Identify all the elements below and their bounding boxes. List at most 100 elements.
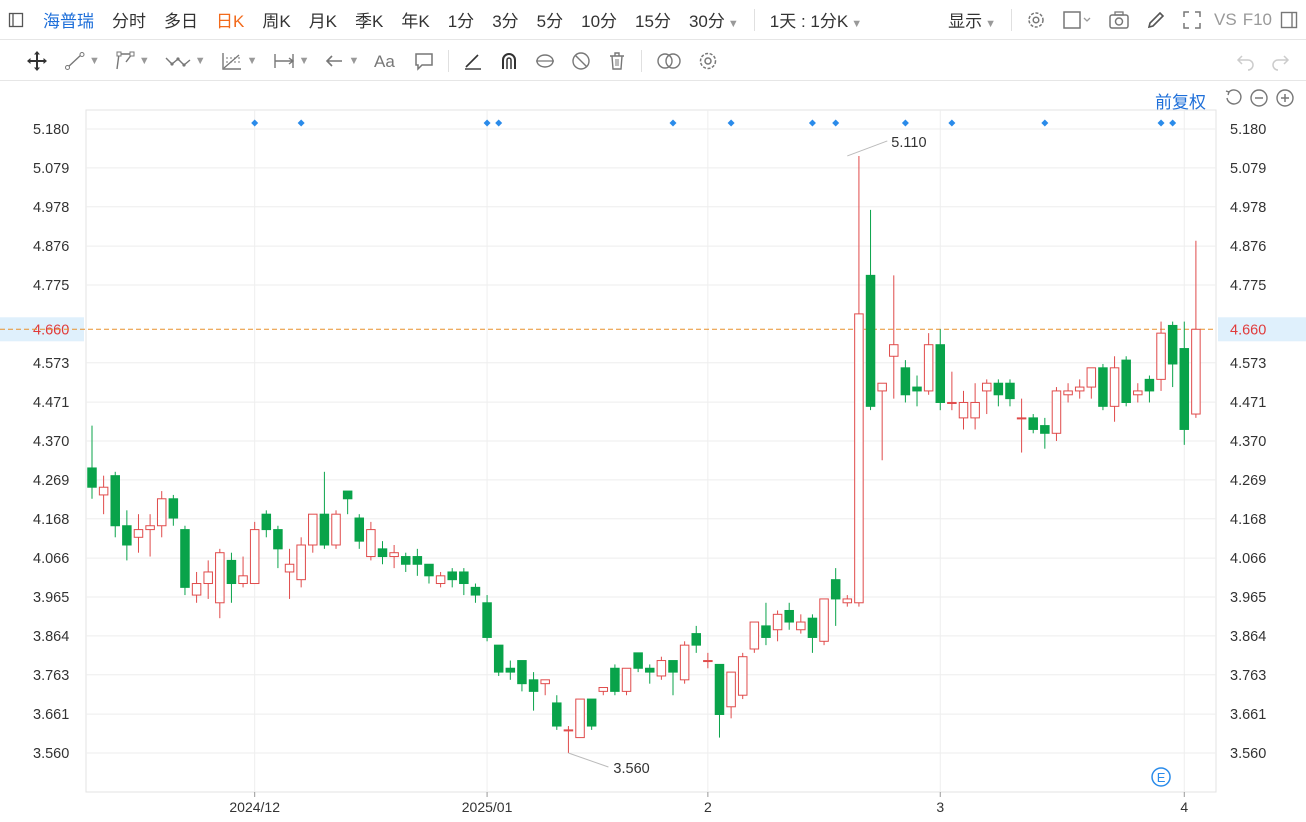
pencil-icon[interactable] [1146, 10, 1166, 30]
period-30min-dropdown[interactable]: 30分 ▼ [689, 7, 739, 32]
candle-down[interactable] [993, 382, 1004, 396]
candle-down[interactable] [505, 667, 516, 673]
period-5min[interactable]: 5分 [537, 7, 563, 32]
candle-down[interactable] [1005, 382, 1015, 400]
candle-down[interactable] [830, 579, 841, 600]
candle-up[interactable] [563, 729, 574, 732]
event-marker[interactable] [669, 119, 677, 127]
candle-down[interactable] [1121, 359, 1131, 403]
candle-up[interactable] [679, 644, 690, 681]
arrow-tool-icon[interactable]: ▼ [323, 50, 359, 72]
candle-up[interactable] [238, 575, 248, 585]
candle-up[interactable] [1074, 386, 1085, 392]
candle-up[interactable] [389, 552, 399, 558]
f10-button[interactable]: F10 [1243, 10, 1272, 30]
candle-up[interactable] [842, 598, 853, 604]
candle-up[interactable] [156, 498, 167, 527]
candle-up[interactable] [923, 344, 934, 392]
period-15min[interactable]: 15分 [635, 7, 671, 32]
candle-down[interactable] [447, 571, 457, 581]
candle-up[interactable] [854, 313, 864, 604]
candle-down[interactable] [354, 517, 365, 542]
candle-down[interactable] [1098, 367, 1108, 407]
layout-select-icon[interactable] [1062, 10, 1092, 30]
candle-up[interactable] [145, 525, 155, 531]
text-tool-icon[interactable]: Aa [373, 50, 399, 72]
candle-down[interactable] [87, 467, 97, 488]
candle-up[interactable] [284, 563, 295, 573]
candle-down[interactable] [691, 633, 701, 646]
candle-up[interactable] [203, 571, 213, 585]
wave-tool-icon[interactable]: ▼ [164, 50, 206, 72]
candle-up[interactable] [1016, 417, 1027, 420]
candle-down[interactable] [273, 529, 283, 550]
candle-up[interactable] [249, 529, 260, 585]
sync-tool-icon[interactable] [534, 50, 556, 72]
candle-down[interactable] [342, 490, 353, 500]
candle-down[interactable] [261, 513, 272, 531]
period-weekly-k[interactable]: 周K [262, 7, 290, 32]
candle-up[interactable] [796, 621, 806, 631]
candle-up[interactable] [1191, 328, 1201, 415]
period-multiday[interactable]: 多日 [164, 7, 198, 32]
candle-down[interactable] [900, 367, 911, 396]
candle-down[interactable] [459, 571, 469, 585]
candle-down[interactable] [1040, 425, 1050, 434]
hide-drawings-icon[interactable] [570, 50, 592, 72]
period-intraday[interactable]: 分时 [112, 7, 146, 32]
candle-up[interactable] [308, 513, 318, 546]
trash-icon[interactable] [606, 50, 628, 72]
candle-up[interactable] [133, 529, 144, 538]
candle-up[interactable] [296, 544, 306, 581]
candle-down[interactable] [168, 498, 179, 519]
candle-down[interactable] [528, 679, 539, 692]
gear-icon[interactable] [1026, 10, 1046, 30]
candle-down[interactable] [935, 344, 946, 403]
candle-up[interactable] [366, 529, 376, 558]
candle-up[interactable] [435, 575, 446, 585]
period-3min[interactable]: 3分 [492, 7, 518, 32]
interval-dropdown[interactable]: 1天 : 1分K ▼ [770, 7, 862, 32]
candle-down[interactable] [470, 586, 481, 596]
candle-down[interactable] [493, 644, 504, 673]
candle-down[interactable] [226, 559, 237, 585]
candle-down[interactable] [110, 475, 120, 527]
period-10min[interactable]: 10分 [581, 7, 617, 32]
period-daily-k[interactable]: 日K [216, 7, 244, 32]
period-quarterly-k[interactable]: 季K [355, 7, 383, 32]
event-marker[interactable] [808, 119, 816, 127]
event-marker[interactable] [251, 119, 259, 127]
candle-up[interactable] [749, 621, 760, 650]
candle-down[interactable] [377, 548, 388, 558]
candle-up[interactable] [215, 552, 225, 604]
candle-up[interactable] [331, 513, 341, 546]
event-marker[interactable] [832, 119, 840, 127]
event-marker[interactable] [297, 119, 305, 127]
candle-down[interactable] [761, 625, 771, 638]
event-marker[interactable] [483, 119, 491, 127]
measure-tool-icon[interactable]: ▼ [272, 50, 309, 72]
undo-icon[interactable] [1234, 50, 1256, 72]
candle-down[interactable] [865, 274, 876, 407]
candle-down[interactable] [424, 563, 434, 577]
event-marker[interactable] [1169, 119, 1177, 127]
candle-down[interactable] [912, 386, 922, 392]
candle-up[interactable] [1156, 332, 1166, 380]
candle-up[interactable] [1086, 367, 1097, 388]
candle-down[interactable] [1144, 378, 1155, 392]
display-dropdown[interactable]: 显示 ▼ [948, 7, 996, 32]
period-1min[interactable]: 1分 [448, 7, 474, 32]
candle-up[interactable] [889, 344, 899, 357]
candle-up[interactable] [737, 656, 748, 696]
candle-up[interactable] [1133, 390, 1143, 396]
event-marker[interactable] [727, 119, 735, 127]
candle-down[interactable] [586, 698, 597, 727]
pen-tool-icon[interactable] [462, 50, 484, 72]
period-monthly-k[interactable]: 月K [309, 7, 337, 32]
vs-button[interactable]: VS [1214, 10, 1237, 30]
candlestick-chart[interactable]: 5.180 5.180 5.079 5.079 4.978 4.978 4.876 4.876… [0, 82, 1306, 822]
event-marker[interactable] [495, 119, 503, 127]
camera-icon[interactable] [1108, 10, 1130, 30]
candle-up[interactable] [98, 486, 109, 496]
candle-down[interactable] [122, 525, 132, 546]
